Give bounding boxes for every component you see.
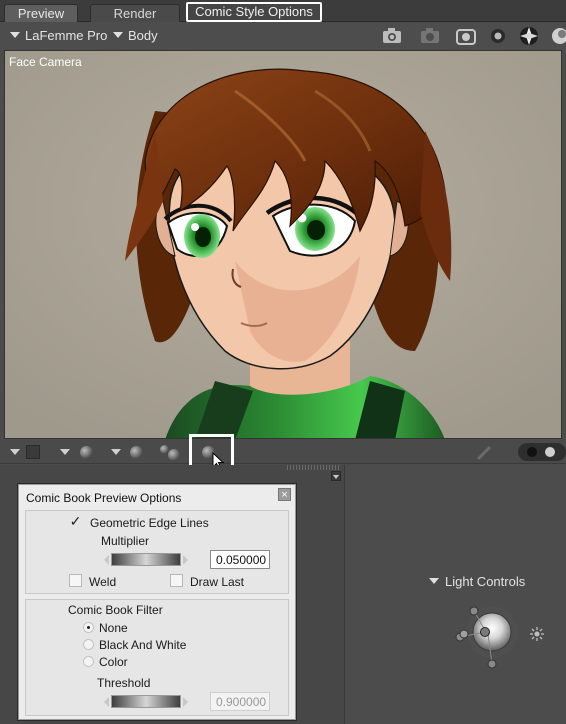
multiplier-label: Multiplier — [101, 534, 150, 548]
background-color-swatch[interactable] — [26, 445, 40, 459]
figure-dropdown[interactable]: LaFemme Pro — [10, 28, 107, 43]
multiplier-field[interactable]: 0.050000 — [210, 550, 270, 569]
comic-book-filter-label: Comic Book Filter — [68, 603, 163, 617]
eyedropper-icon[interactable] — [476, 443, 494, 461]
figure-bar: LaFemme Pro Body — [0, 22, 566, 50]
element-style-icon — [168, 449, 180, 461]
figure-style-icon[interactable] — [130, 446, 143, 459]
camera-icon[interactable] — [381, 26, 403, 46]
edge-lines-group: ✓ Geometric Edge Lines Multiplier 0.0500… — [25, 510, 289, 594]
filter-color-label: Color — [99, 655, 128, 669]
tab-render[interactable]: Render — [90, 4, 180, 22]
arrow-left-icon — [104, 697, 109, 707]
dialog-title: Comic Book Preview Options — [26, 491, 182, 505]
panel-menu-button[interactable] — [331, 471, 341, 481]
filter-black-and-white-label: Black And White — [99, 638, 187, 652]
camera-label: Face Camera — [9, 55, 82, 69]
chevron-down-icon[interactable] — [60, 449, 70, 455]
document-style-icon[interactable] — [80, 446, 93, 459]
viewport-toolbar — [0, 440, 566, 470]
threshold-label: Threshold — [97, 676, 151, 690]
rendered-figure-image — [5, 51, 561, 438]
figure-dropdown-label: LaFemme Pro — [25, 28, 108, 43]
view-mode-toggle[interactable] — [518, 443, 566, 461]
draw-last-label: Draw Last — [190, 575, 245, 589]
close-icon[interactable]: × — [278, 488, 291, 501]
threshold-slider[interactable] — [104, 695, 188, 708]
chevron-down-icon — [113, 32, 123, 38]
light-controls-panel — [348, 465, 566, 724]
slider-track[interactable] — [111, 695, 181, 708]
sun-light-icon[interactable] — [530, 627, 544, 641]
threshold-field[interactable]: 0.900000 — [210, 692, 270, 711]
arrow-left-icon — [104, 555, 109, 565]
chevron-down-icon — [10, 32, 20, 38]
body-part-dropdown[interactable]: Body — [113, 28, 158, 43]
render-camera-icon[interactable] — [455, 26, 477, 46]
tab-comic-style-options[interactable]: Comic Style Options — [186, 2, 322, 22]
resize-grip[interactable] — [287, 465, 339, 470]
geometric-edge-lines-label: Geometric Edge Lines — [90, 516, 209, 530]
chevron-down-icon — [333, 475, 339, 479]
tab-preview[interactable]: Preview — [4, 4, 78, 22]
comic-book-filter-group: Comic Book Filter None Black And White C… — [25, 599, 289, 716]
body-part-dropdown-label: Body — [128, 28, 158, 43]
slider-track[interactable] — [111, 553, 181, 566]
draw-last-checkbox[interactable] — [170, 574, 183, 587]
chevron-down-icon — [429, 578, 439, 584]
geometric-edge-lines-checkbox[interactable]: ✓ — [69, 514, 82, 529]
chevron-down-icon[interactable] — [10, 449, 20, 455]
dot-icon — [545, 447, 555, 457]
weld-checkbox[interactable] — [69, 574, 82, 587]
scene-shading-icon[interactable] — [517, 26, 541, 46]
light-controls-toggle[interactable]: Light Controls — [429, 574, 525, 589]
tab-bar: Preview Render Comic Style Options — [0, 0, 566, 22]
document-viewport[interactable]: Face Camera — [4, 50, 562, 439]
poser-window: Preview Render Comic Style Options LaFem… — [0, 0, 566, 724]
preview-sphere-icon[interactable] — [487, 26, 509, 46]
filter-black-and-white-radio[interactable] — [83, 639, 94, 650]
arrow-right-icon — [183, 555, 188, 565]
chevron-down-icon[interactable] — [111, 449, 121, 455]
weld-label: Weld — [89, 575, 117, 589]
multiplier-slider[interactable] — [104, 553, 188, 566]
light-controls-label: Light Controls — [445, 574, 526, 589]
filter-none-label: None — [99, 621, 128, 635]
dot-icon — [527, 447, 537, 457]
filter-color-radio[interactable] — [83, 656, 94, 667]
arrow-right-icon — [183, 697, 188, 707]
filter-none-radio[interactable] — [83, 622, 94, 633]
comic-book-preview-options-dialog: Comic Book Preview Options × ✓ Geometric… — [18, 484, 296, 720]
camera-disabled-icon[interactable] — [419, 26, 441, 46]
texture-shaded-icon[interactable] — [546, 26, 566, 46]
